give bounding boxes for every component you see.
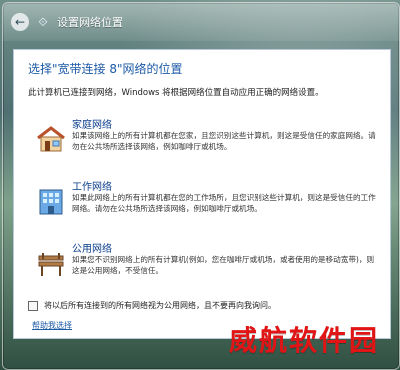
- house-icon: [34, 122, 68, 156]
- page-heading: 选择"宽带连接 8"网络的位置: [28, 62, 183, 76]
- option-public-text: 如果您不识别网络上的所有计算机(例如，您在咖啡厅或机场，或者使用的是移动宽带)，…: [72, 255, 375, 275]
- treat-all-public-checkbox[interactable]: [28, 300, 38, 311]
- option-home-title: 家庭网络: [72, 120, 112, 131]
- option-work-text: 如果此网络上的所有计算机都在您的工作场所，且您识别这些计算机，则这是受信任的工作…: [72, 193, 376, 213]
- watermark: 威航软件园: [228, 324, 379, 357]
- network-icon: ⟐: [35, 14, 51, 30]
- dialog-window: ← ⟐ 设置网络位置 选择"宽带连接 8"网络的位置 此计算机已连接到网络，Wi…: [2, 2, 400, 370]
- network-glyph: ⟐: [38, 14, 48, 29]
- option-public-title: 公用网络: [72, 244, 112, 255]
- option-home-text: 如果该网络上的所有计算机都在您家，且您识别这些计算机，则这是受信任的家庭网络。请…: [72, 131, 376, 151]
- park-bench-icon: [34, 246, 68, 280]
- option-public-network[interactable]: 公用网络 如果您不识别网络上的所有计算机(例如，您在咖啡厅或机场，或者使用的是移…: [28, 240, 382, 290]
- content-panel: 选择"宽带连接 8"网络的位置 此计算机已连接到网络，Windows 将根据网络…: [13, 49, 391, 339]
- treat-all-public-row[interactable]: 将以后所有连接到的所有网络视为公用网络，且不要再向我询问。: [28, 300, 276, 311]
- help-me-choose-link[interactable]: 帮助我选择: [32, 320, 72, 331]
- treat-all-public-label: 将以后所有连接到的所有网络视为公用网络，且不要再向我询问。: [44, 301, 276, 310]
- option-home-network[interactable]: 家庭网络 如果该网络上的所有计算机都在您家，且您识别这些计算机，则这是受信任的家…: [28, 116, 382, 166]
- option-work-title: 工作网络: [72, 182, 112, 193]
- back-arrow-icon: ←: [14, 15, 26, 29]
- title-bar: ← ⟐ 设置网络位置: [3, 3, 399, 41]
- back-button[interactable]: ←: [11, 13, 29, 31]
- page-description: 此计算机已连接到网络，Windows 将根据网络位置自动应用正确的网络设置。: [28, 88, 324, 98]
- option-work-network[interactable]: 工作网络 如果此网络上的所有计算机都在您的工作场所，且您识别这些计算机，则这是受…: [28, 178, 382, 228]
- window-title: 设置网络位置: [57, 16, 123, 29]
- office-building-icon: [34, 184, 68, 218]
